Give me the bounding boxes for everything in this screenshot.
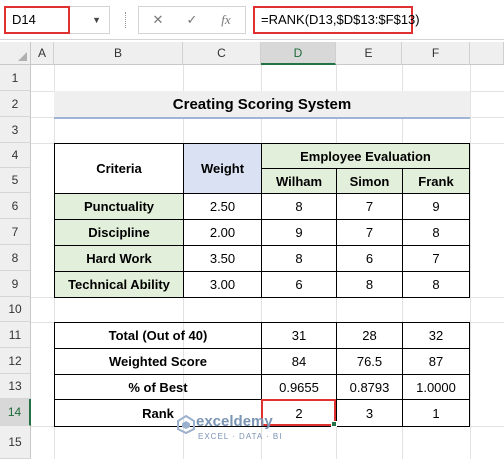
row-header-13[interactable]: 13 (0, 374, 31, 399)
summary-value[interactable]: 0.9655 (261, 374, 337, 400)
score-cell[interactable]: 9 (402, 193, 470, 220)
score-cell[interactable]: 8 (402, 219, 470, 246)
criteria-name[interactable]: Technical Ability (54, 271, 184, 298)
summary-label[interactable]: % of Best (54, 374, 262, 400)
employee-header[interactable]: Simon (336, 168, 403, 194)
fill-handle[interactable] (331, 421, 337, 427)
criteria-name[interactable]: Discipline (54, 219, 184, 246)
score-cell[interactable]: 7 (336, 219, 403, 246)
weight-header[interactable]: Weight (183, 143, 262, 194)
score-cell[interactable]: 7 (336, 193, 403, 220)
criteria-name[interactable]: Hard Work (54, 245, 184, 272)
summary-value[interactable]: 0.8793 (336, 374, 403, 400)
score-cell[interactable]: 6 (336, 245, 403, 272)
row-header-2[interactable]: 2 (0, 91, 31, 117)
gridline (470, 65, 471, 459)
row-header-6[interactable]: 6 (0, 193, 31, 219)
summary-value[interactable]: 76.5 (336, 348, 403, 375)
summary-value[interactable]: 32 (402, 322, 470, 349)
formula-buttons: ✕ ✓ fx (138, 6, 246, 34)
title-underline (54, 117, 470, 119)
weight-cell[interactable]: 2.00 (183, 219, 262, 246)
chevron-down-icon[interactable]: ▼ (70, 6, 110, 34)
summary-value[interactable]: 87 (402, 348, 470, 375)
enter-icon[interactable]: ✓ (179, 7, 205, 33)
exceldemy-logo-icon (177, 414, 195, 434)
score-cell[interactable]: 9 (261, 219, 337, 246)
summary-label[interactable]: Total (Out of 40) (54, 322, 262, 349)
employee-header[interactable]: Wilham (261, 168, 337, 194)
summary-value[interactable]: 84 (261, 348, 337, 375)
row-header-14[interactable]: 14 (0, 399, 31, 426)
score-cell[interactable]: 7 (402, 245, 470, 272)
score-cell[interactable]: 8 (402, 271, 470, 298)
watermark-subtitle: EXCEL · DATA · BI (198, 432, 283, 441)
weight-cell[interactable]: 2.50 (183, 193, 262, 220)
weight-cell[interactable]: 3.50 (183, 245, 262, 272)
column-header-g[interactable] (470, 42, 504, 65)
column-header-a[interactable]: A (31, 42, 54, 65)
sheet-title[interactable]: Creating Scoring System (54, 91, 470, 117)
row-header-1[interactable]: 1 (0, 65, 31, 91)
column-header-f[interactable]: F (402, 42, 470, 65)
column-header-c[interactable]: C (183, 42, 261, 65)
employee-evaluation-header[interactable]: Employee Evaluation (261, 143, 470, 169)
row-header-12[interactable]: 12 (0, 348, 31, 374)
criteria-name[interactable]: Punctuality (54, 193, 184, 220)
summary-value[interactable]: 1.0000 (402, 374, 470, 400)
column-header-d[interactable]: D (261, 42, 336, 65)
fx-icon[interactable]: fx (213, 7, 239, 33)
row-header-15[interactable]: 15 (0, 426, 31, 459)
summary-value[interactable]: 28 (336, 322, 403, 349)
name-box[interactable]: D14 (4, 6, 70, 34)
row-header-4[interactable]: 4 (0, 143, 31, 168)
row-header-10[interactable]: 10 (0, 297, 31, 322)
splitter-handle[interactable] (125, 12, 127, 28)
row-header-8[interactable]: 8 (0, 245, 31, 271)
row-header-9[interactable]: 9 (0, 271, 31, 297)
row-header-3[interactable]: 3 (0, 117, 31, 143)
employee-header[interactable]: Frank (402, 168, 470, 194)
row-header-7[interactable]: 7 (0, 219, 31, 245)
score-cell[interactable]: 6 (261, 271, 337, 298)
summary-value[interactable]: 31 (261, 322, 337, 349)
watermark-name: exceldemy (196, 413, 273, 430)
summary-value[interactable]: 3 (336, 399, 403, 427)
summary-label[interactable]: Weighted Score (54, 348, 262, 375)
score-cell[interactable]: 8 (336, 271, 403, 298)
weight-cell[interactable]: 3.00 (183, 271, 262, 298)
row-header-11[interactable]: 11 (0, 322, 31, 348)
row-header-5[interactable]: 5 (0, 168, 31, 193)
score-cell[interactable]: 8 (261, 245, 337, 272)
score-cell[interactable]: 8 (261, 193, 337, 220)
formula-input[interactable]: =RANK(D13,$D$13:$F$13) (253, 6, 420, 34)
column-header-e[interactable]: E (336, 42, 402, 65)
select-all-icon (18, 52, 27, 61)
column-header-b[interactable]: B (54, 42, 183, 65)
criteria-header[interactable]: Criteria (54, 143, 184, 194)
cancel-icon[interactable]: ✕ (145, 7, 171, 33)
summary-value[interactable]: 1 (402, 399, 470, 427)
